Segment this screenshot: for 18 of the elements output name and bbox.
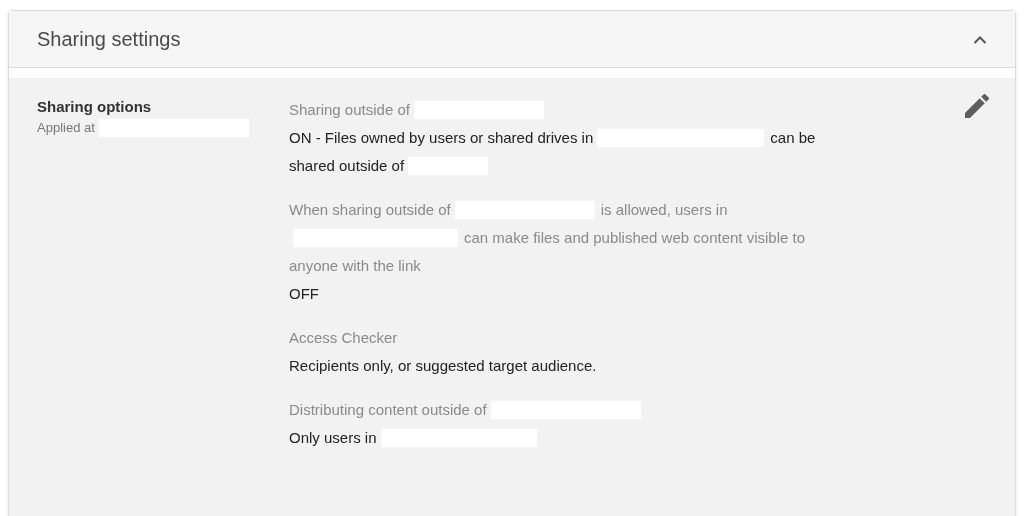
setting-label: is allowed, users in [600,199,728,220]
setting-label: Sharing outside of [289,99,410,120]
edit-icon[interactable] [965,94,989,118]
setting-label: can make files and published web content visible to [464,227,806,248]
setting-label: Access Checker [289,327,398,348]
applied-at-label: Applied at [37,119,95,137]
section-title: Sharing options [37,97,153,117]
setting-value: Only users in [289,427,377,448]
setting-label: anyone with the link [289,255,421,276]
setting-value: shared outside of [289,155,405,176]
panel-title: Sharing settings [37,27,181,52]
setting-label: Distributing content outside of [289,399,487,420]
setting-label: When sharing outside of [289,199,451,220]
setting-value: ON - Files owned by users or shared drives in [289,127,594,148]
collapse-icon[interactable] [973,34,987,44]
setting-value: Recipients only, or suggested target audience. [289,355,597,376]
setting-value: can be [770,127,816,148]
setting-value: OFF [289,283,319,304]
